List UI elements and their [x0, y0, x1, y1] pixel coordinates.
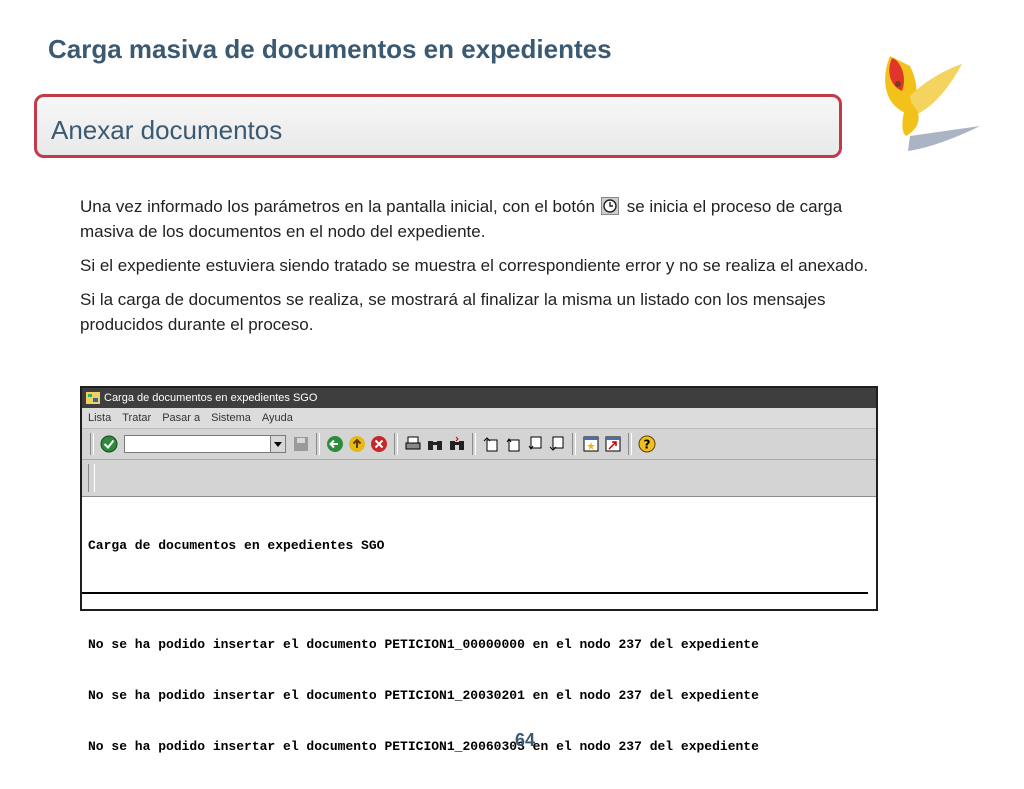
back-arrow-icon: [327, 436, 343, 452]
execute-clock-icon: [601, 197, 620, 215]
command-field[interactable]: [124, 435, 286, 453]
binoculars-icon: [428, 441, 442, 450]
sap-window: Carga de documentos en expedientes SGO L…: [80, 386, 878, 754]
toolbar-grip: [88, 464, 95, 492]
sap-standard-toolbar: ?: [82, 429, 876, 460]
chevron-down-icon: [274, 441, 282, 447]
find-button[interactable]: [425, 434, 445, 454]
menu-tratar[interactable]: Tratar: [122, 412, 151, 424]
menu-sistema[interactable]: Sistema: [211, 412, 251, 424]
last-page-button[interactable]: [547, 434, 567, 454]
list-divider: [82, 592, 868, 594]
sap-app-icon: [86, 392, 100, 404]
last-page-icon: [549, 436, 564, 451]
toolbar-separator: [316, 433, 320, 455]
list-header: Carga de documentos en expedientes SGO: [88, 538, 385, 553]
save-icon: [294, 437, 308, 451]
svg-text:?: ?: [644, 438, 651, 452]
menu-pasar-a[interactable]: Pasar a: [162, 412, 200, 424]
back-button[interactable]: [325, 434, 345, 454]
first-page-icon: [483, 437, 498, 452]
paragraph-1: Una vez informado los parámetros en la p…: [80, 197, 843, 241]
exit-icon: [349, 436, 365, 452]
paragraph-3: Si la carga de documentos se realiza, se…: [80, 290, 826, 334]
section-title: Anexar documentos: [51, 115, 283, 145]
shortcut-icon: [605, 436, 621, 452]
print-button[interactable]: [403, 434, 423, 454]
cancel-button[interactable]: [369, 434, 389, 454]
checkmark-icon: [100, 435, 118, 453]
print-icon: [405, 436, 421, 450]
sap-menubar: Lista Tratar Pasar a Sistema Ayuda: [82, 408, 876, 429]
shortcut-button[interactable]: [603, 434, 623, 454]
slide-title: Carga masiva de documentos en expediente…: [48, 34, 612, 64]
sap-list-output: Carga de documentos en expedientes SGO N…: [82, 497, 876, 789]
page-number: 64: [514, 730, 536, 750]
enter-button[interactable]: [99, 434, 119, 454]
toolbar-separator: [472, 433, 476, 455]
help-icon: ?: [638, 435, 656, 453]
list-item: No se ha podido insertar el documento PE…: [88, 637, 759, 652]
sap-window-title: Carga de documentos en expedientes SGO: [104, 392, 318, 404]
command-dropdown-button[interactable]: [270, 436, 285, 452]
sap-application-toolbar: [82, 460, 876, 497]
binoculars-next-icon: [450, 436, 464, 450]
save-button[interactable]: [291, 434, 311, 454]
help-button[interactable]: ?: [637, 434, 657, 454]
butterfly-logo-icon: [885, 56, 980, 151]
next-page-icon: [528, 436, 542, 450]
find-next-button[interactable]: [447, 434, 467, 454]
previous-page-button[interactable]: [503, 434, 523, 454]
paragraph-2: Si el expediente estuviera siendo tratad…: [80, 256, 869, 275]
new-session-button[interactable]: [581, 434, 601, 454]
cancel-icon: [371, 436, 387, 452]
toolbar-separator: [90, 433, 94, 455]
list-item: No se ha podido insertar el documento PE…: [88, 739, 759, 754]
section-header-box: Anexar documentos: [34, 94, 842, 158]
toolbar-separator: [572, 433, 576, 455]
new-session-icon: [583, 436, 599, 452]
sap-titlebar: Carga de documentos en expedientes SGO: [82, 388, 876, 408]
body-text: Una vez informado los parámetros en la p…: [80, 194, 880, 346]
first-page-button[interactable]: [481, 434, 501, 454]
toolbar-separator: [394, 433, 398, 455]
menu-ayuda[interactable]: Ayuda: [262, 412, 293, 424]
toolbar-separator: [628, 433, 632, 455]
exit-button[interactable]: [347, 434, 367, 454]
list-item: No se ha podido insertar el documento PE…: [88, 688, 759, 703]
previous-page-icon: [506, 438, 520, 452]
menu-lista[interactable]: Lista: [88, 412, 111, 424]
next-page-button[interactable]: [525, 434, 545, 454]
